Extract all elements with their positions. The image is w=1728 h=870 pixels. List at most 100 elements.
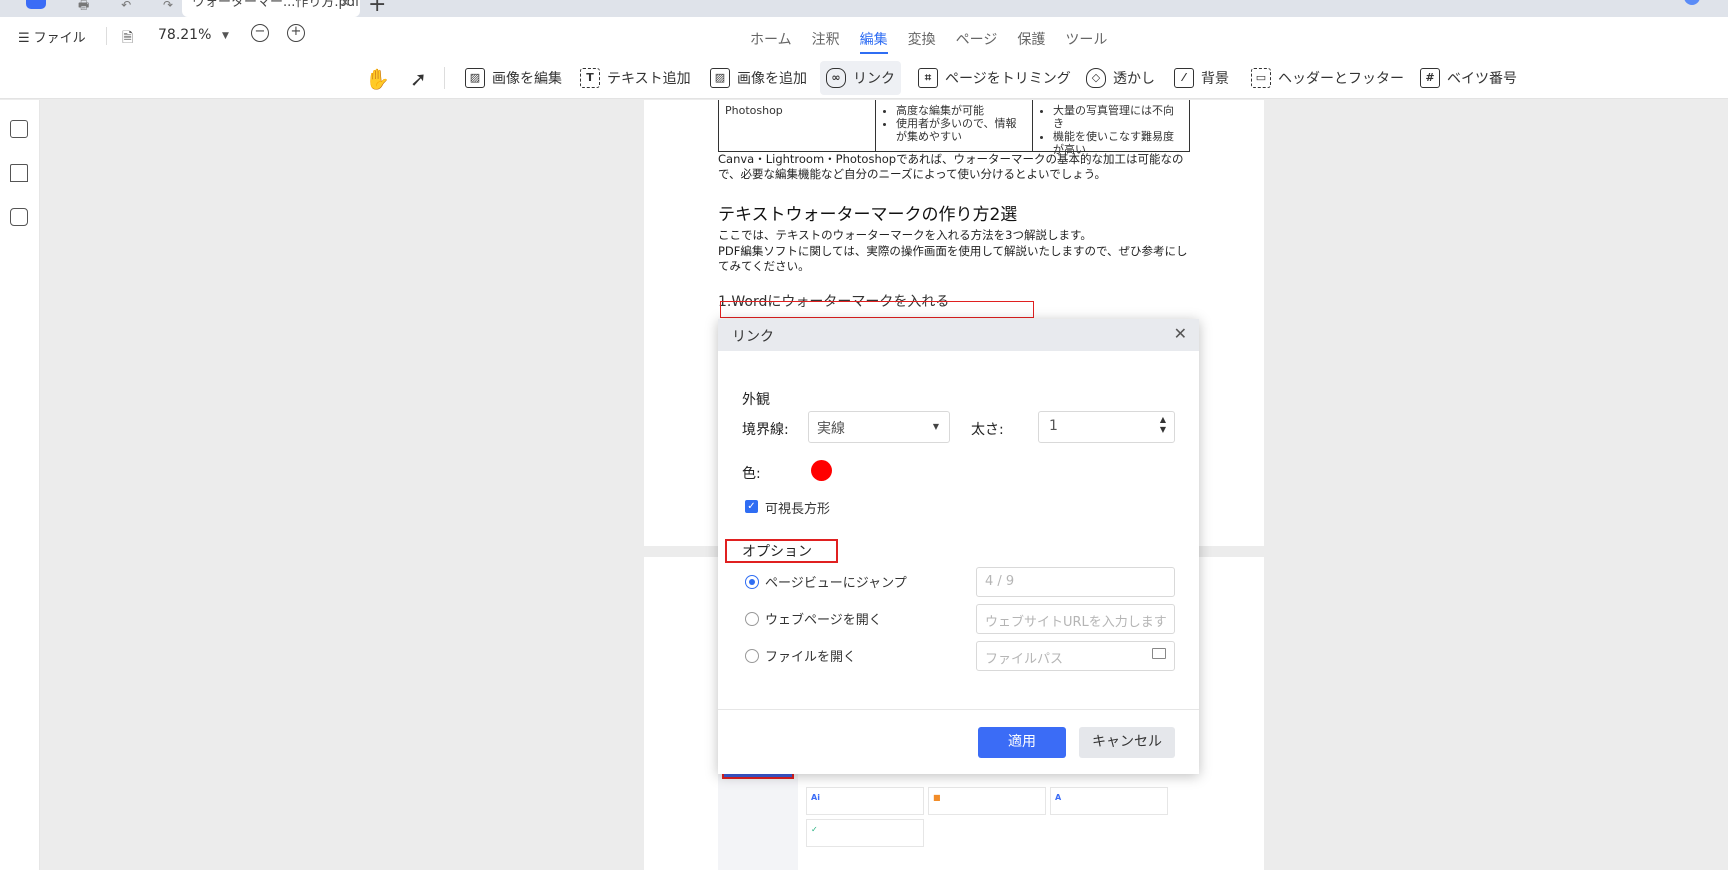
page-thumbnails-icon[interactable] bbox=[10, 120, 28, 138]
divider bbox=[718, 709, 1199, 710]
table-cell: Photoshop bbox=[719, 100, 876, 152]
background-button[interactable]: ⁄ 背景 bbox=[1174, 61, 1229, 95]
page-view-icon[interactable]: 🗎 bbox=[122, 27, 133, 51]
page-jump-label: ページビューにジャンプ bbox=[765, 576, 907, 591]
dialog-header: リンク ✕ bbox=[718, 319, 1199, 351]
image-add-icon: ▨ bbox=[710, 68, 730, 88]
screenshot-card: ■ bbox=[928, 787, 1046, 815]
left-sidebar bbox=[0, 100, 40, 870]
comparison-table: Photoshop 高度な編集が可能使用者が多いので、情報が集めやすい 大量の写… bbox=[718, 100, 1190, 156]
add-text-button[interactable]: T テキスト追加 bbox=[580, 61, 691, 95]
user-avatar[interactable] bbox=[1684, 0, 1700, 5]
list-item: 大量の写真管理には不向き bbox=[1053, 104, 1184, 130]
add-image-button[interactable]: ▨ 画像を追加 bbox=[710, 61, 807, 95]
table-cell: 大量の写真管理には不向き機能を使いこなす難易度が高い bbox=[1033, 100, 1190, 156]
close-icon[interactable]: ✕ bbox=[1174, 324, 1187, 343]
header-footer-icon: ▭ bbox=[1251, 68, 1271, 88]
new-tab-button[interactable]: + bbox=[368, 0, 386, 17]
web-page-label: ウェブページを開く bbox=[765, 613, 882, 628]
crop-page-button[interactable]: ⌗ ページをトリミング bbox=[918, 61, 1071, 95]
stepper-arrows-icon[interactable]: ▲ ▼ bbox=[1160, 415, 1166, 435]
background-icon: ⁄ bbox=[1174, 68, 1194, 88]
document-tab[interactable]: ウォーターマー...作り方.pdf × bbox=[182, 0, 360, 17]
file-menu-button[interactable]: ☰ ファイル bbox=[18, 27, 86, 46]
hash-icon: # bbox=[1420, 68, 1440, 88]
title-bar: 🖶 ↶ ↷ ▾ ウォーターマー...作り方.pdf × + bbox=[0, 0, 1728, 17]
url-input[interactable]: ウェブサイトURLを入力します bbox=[976, 604, 1175, 634]
list-item: 使用者が多いので、情報が集めやすい bbox=[896, 117, 1026, 143]
screenshot-card: A bbox=[1050, 787, 1168, 815]
section-heading: テキストウォーターマークの作り方2選 bbox=[718, 205, 1018, 225]
menu-icon: ☰ bbox=[18, 31, 30, 46]
ai-icon: Ai bbox=[811, 793, 820, 802]
close-tab-icon[interactable]: × bbox=[340, 0, 350, 8]
link-icon: ∞ bbox=[826, 68, 846, 88]
link-rectangle[interactable] bbox=[720, 301, 1034, 318]
paragraph: ここでは、テキストのウォーターマークを入れる方法を3つ解説します。 bbox=[718, 228, 1092, 242]
crop-icon: ⌗ bbox=[918, 68, 938, 88]
watermark-button[interactable]: ◇ 透かし bbox=[1086, 61, 1155, 95]
tab-tools[interactable]: ツール bbox=[1065, 29, 1107, 54]
link-dialog: リンク ✕ 外観 境界線: 実線 ▼ 太さ: 1 ▲ ▼ 色: ✓ 可視長方形 オ… bbox=[718, 319, 1199, 774]
tab-edit[interactable]: 編集 bbox=[859, 29, 888, 54]
tab-page[interactable]: ページ bbox=[956, 29, 998, 54]
visible-rect-label: 可視長方形 bbox=[765, 502, 831, 517]
edit-image-button[interactable]: ▨ 画像を編集 bbox=[465, 61, 562, 95]
image-edit-icon: ▨ bbox=[465, 68, 485, 88]
border-label: 境界線: bbox=[742, 422, 789, 438]
select-tool-icon[interactable]: ➚ bbox=[410, 67, 427, 91]
app-logo-icon bbox=[26, 0, 46, 9]
tab-convert[interactable]: 変換 bbox=[908, 29, 936, 54]
options-heading: オプション bbox=[742, 544, 812, 560]
folder-icon[interactable] bbox=[1152, 648, 1166, 659]
border-style-select[interactable]: 実線 ▼ bbox=[808, 411, 950, 443]
thickness-stepper[interactable]: 1 ▲ ▼ bbox=[1038, 411, 1175, 443]
comment-icon[interactable] bbox=[10, 208, 28, 226]
bookmark-icon[interactable] bbox=[10, 164, 28, 182]
document-tab-title: ウォーターマー...作り方.pdf bbox=[192, 0, 360, 10]
color-label: 色: bbox=[742, 466, 761, 482]
drop-icon: ◇ bbox=[1086, 68, 1106, 88]
hand-tool-icon[interactable]: ✋ bbox=[365, 67, 390, 91]
batch-icon: ✓ bbox=[811, 825, 818, 834]
zoom-dropdown-icon[interactable]: ▼ bbox=[222, 31, 229, 41]
page-number-field[interactable]: 4 / 9 bbox=[976, 567, 1175, 597]
dialog-title: リンク bbox=[732, 329, 774, 345]
chevron-down-icon: ▼ bbox=[932, 422, 939, 431]
paragraph: PDF編集ソフトに関しては、実際の操作画面を使用して解説いたしますので、ぜひ参考… bbox=[718, 244, 1188, 273]
zoom-in-icon[interactable]: + bbox=[287, 24, 305, 42]
ocr-icon: A bbox=[1055, 793, 1062, 802]
radio-page-jump[interactable] bbox=[745, 575, 759, 589]
bates-number-button[interactable]: # ベイツ番号 bbox=[1420, 61, 1517, 95]
apply-button[interactable]: 適用 bbox=[978, 727, 1066, 758]
screenshot-sidebar bbox=[718, 767, 798, 870]
header-footer-button[interactable]: ▭ ヘッダーとフッター bbox=[1251, 61, 1404, 95]
zoom-out-icon[interactable]: − bbox=[251, 24, 269, 42]
cancel-button[interactable]: キャンセル bbox=[1079, 727, 1175, 758]
ribbon-tabs: ホーム 注釈 編集 変換 ページ 保護 ツール bbox=[750, 29, 1127, 54]
open-file-label: ファイルを開く bbox=[765, 650, 857, 665]
divider bbox=[106, 27, 107, 45]
visible-rect-checkbox[interactable]: ✓ bbox=[745, 500, 758, 513]
embedded-screenshot: Ai ■ A ✓ bbox=[718, 767, 1190, 870]
screenshot-card: ✓ bbox=[806, 819, 924, 847]
border-style-value: 実線 bbox=[817, 421, 845, 437]
tab-comment[interactable]: 注釈 bbox=[812, 29, 840, 54]
convert-icon: ■ bbox=[933, 793, 941, 802]
thickness-value: 1 bbox=[1049, 418, 1058, 434]
text-icon: T bbox=[580, 68, 600, 88]
table-cell: 高度な編集が可能使用者が多いので、情報が集めやすい bbox=[876, 100, 1033, 152]
appearance-heading: 外観 bbox=[742, 392, 770, 408]
link-button[interactable]: ∞ リンク bbox=[820, 61, 901, 95]
file-menu-label: ファイル bbox=[33, 31, 86, 46]
paragraph: Canva・Lightroom・Photoshopであれば、ウォーターマークの基… bbox=[718, 152, 1184, 181]
zoom-level[interactable]: 78.21% bbox=[158, 27, 211, 43]
tab-home[interactable]: ホーム bbox=[750, 29, 792, 54]
file-path-placeholder: ファイルパス bbox=[985, 652, 1064, 667]
color-picker[interactable] bbox=[811, 460, 832, 481]
radio-web-page[interactable] bbox=[745, 612, 759, 626]
radio-open-file[interactable] bbox=[745, 649, 759, 663]
edit-tools: ✋ ➚ ▨ 画像を編集 T テキスト追加 ▨ 画像を追加 ∞ リンク ⌗ ページをトリミン… bbox=[0, 61, 1728, 101]
tab-protect[interactable]: 保護 bbox=[1017, 29, 1045, 54]
file-path-input[interactable]: ファイルパス bbox=[976, 641, 1175, 671]
